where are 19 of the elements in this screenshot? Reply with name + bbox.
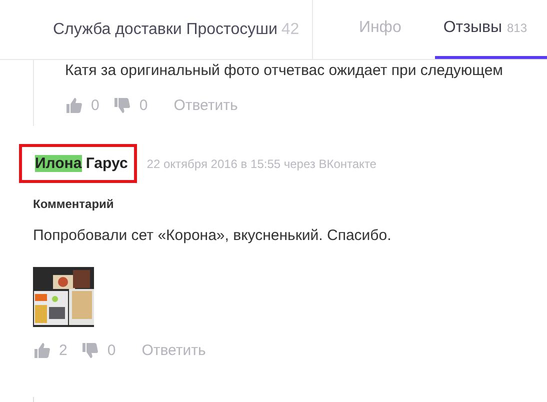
dislike-count: 0 (107, 342, 116, 358)
reply-link[interactable]: Ответить (142, 342, 206, 358)
reply-text: Катя за оригинальный фото отчетвас ожидает при следующем (65, 62, 504, 80)
author-name[interactable]: Илона Гарус (19, 144, 137, 183)
page-title: Служба доставки Простосуши (53, 20, 278, 38)
tab[interactable]: Инфо (358, 0, 414, 59)
review-date: 22 октября 2016 в 15:55 через ВКонтакте (146, 156, 376, 170)
reply-link[interactable]: Ответить (174, 96, 238, 114)
thumbs-down-icon[interactable] (113, 96, 132, 114)
section-label: Комментарий (33, 197, 115, 211)
like-count: 2 (59, 342, 68, 358)
review-text: Попробовали сет «Корона», вкусненький. Спасибо. (33, 227, 392, 244)
like-count: 0 (91, 96, 100, 114)
title-count: 42 (281, 20, 300, 38)
thumbs-up-icon[interactable] (65, 96, 83, 114)
dislike-count: 0 (139, 96, 148, 114)
thumbs-down-icon[interactable] (81, 342, 100, 358)
tab[interactable]: Отзывы 813 (435, 0, 547, 59)
thumbs-up-icon[interactable] (33, 342, 51, 358)
